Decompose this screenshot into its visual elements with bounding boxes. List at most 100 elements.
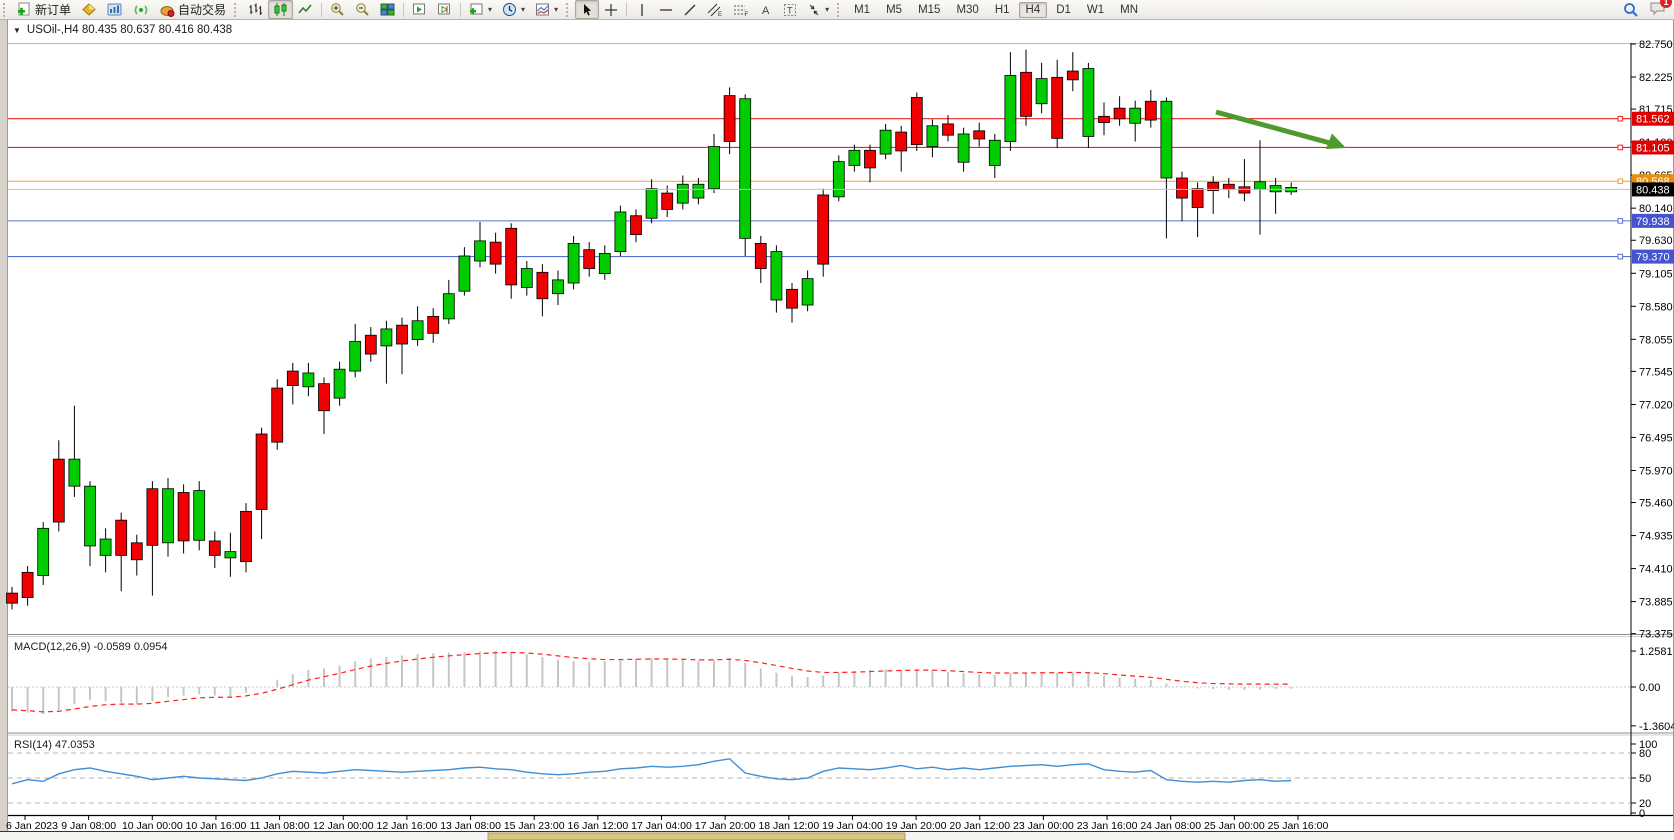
candle-body [833, 162, 844, 197]
chevron-down-icon: ▾ [521, 5, 525, 14]
candle-body [677, 184, 688, 203]
bar-chart-icon [248, 2, 263, 17]
candle-body [443, 294, 454, 319]
candle-body [272, 388, 283, 442]
timeframe-M15-button[interactable]: M15 [911, 2, 947, 18]
crosshair-tool-button[interactable] [599, 0, 623, 19]
arrows-tool-button[interactable]: ▾ [802, 0, 834, 19]
chart-canvas[interactable]: 82.75082.22581.71581.19080.66580.14079.6… [0, 19, 1674, 840]
timeframe-M30-button[interactable]: M30 [949, 2, 985, 18]
candle-body [490, 242, 501, 264]
arrange-charts-icon [412, 2, 427, 17]
fibonacci-tool-button[interactable]: F [728, 0, 754, 19]
candle-body [194, 491, 205, 541]
timeframe-MN-button[interactable]: MN [1113, 2, 1145, 18]
notifications-button[interactable]: 1 [1649, 1, 1666, 19]
zoom-out-button[interactable] [350, 0, 375, 19]
trendline-icon [683, 3, 697, 17]
candle-body [506, 228, 517, 285]
market-watch-button[interactable] [102, 0, 128, 19]
candle-body [537, 272, 548, 298]
candle-body [38, 528, 49, 575]
one-click-trading-toggle[interactable]: ▼ [13, 26, 21, 35]
search-icon[interactable] [1623, 2, 1639, 18]
toolbar-grip[interactable] [566, 3, 572, 17]
timeframe-H4-button[interactable]: H4 [1019, 2, 1048, 18]
candle-body [568, 243, 579, 283]
candle-body [584, 250, 595, 269]
candle-body [1223, 184, 1234, 189]
arrows-icon [807, 3, 821, 17]
candle-body [693, 184, 704, 198]
candle-body [256, 434, 267, 509]
candle-body [7, 593, 18, 603]
template-button[interactable]: ▾ [530, 0, 563, 19]
arrange-charts-button[interactable] [407, 0, 432, 19]
horizontal-line-icon [659, 3, 673, 17]
text-label-tool-button[interactable]: T [778, 0, 802, 19]
signals-button[interactable] [128, 0, 154, 19]
candlestick-mode-button[interactable] [268, 0, 293, 19]
toolbar-grip[interactable] [837, 3, 843, 17]
cascade-charts-button[interactable] [432, 0, 457, 19]
cursor-icon [580, 3, 594, 17]
candle-body [802, 279, 813, 305]
svg-text:79.938: 79.938 [1636, 216, 1670, 228]
gold-ingot-button[interactable] [76, 0, 102, 19]
svg-text:79.105: 79.105 [1639, 268, 1673, 280]
candle-body [974, 131, 985, 139]
timeframe-M5-button[interactable]: M5 [879, 2, 909, 18]
svg-text:10 Jan 00:00: 10 Jan 00:00 [122, 820, 183, 832]
toolbar-grip[interactable] [234, 3, 240, 17]
timeframe-M1-button[interactable]: M1 [847, 2, 877, 18]
notification-badge: 1 [1660, 0, 1672, 8]
bar-chart-mode-button[interactable] [243, 0, 268, 19]
candle-body [896, 132, 907, 151]
svg-text:81.105: 81.105 [1636, 142, 1670, 154]
new-order-button[interactable]: 新订单 [12, 0, 76, 19]
tile-windows-button[interactable] [375, 0, 400, 19]
candle-body [1067, 71, 1078, 80]
candle-body [350, 342, 361, 372]
toolbar-grip[interactable] [3, 3, 9, 17]
svg-text:80: 80 [1639, 748, 1651, 760]
cursor-tool-button[interactable] [575, 0, 599, 19]
period-button[interactable]: ▾ [497, 0, 530, 19]
trendline-tool-button[interactable] [678, 0, 702, 19]
candle-body [1161, 101, 1172, 178]
candle-body [475, 241, 486, 261]
window-edge [0, 19, 7, 832]
candle-body [1270, 186, 1281, 192]
candle-body [1114, 108, 1125, 119]
text-a-icon: A [759, 3, 773, 17]
candle-body [943, 124, 954, 135]
market-watch-icon [107, 2, 123, 17]
svg-text:78.055: 78.055 [1639, 334, 1673, 346]
horizontal-line-tool-button[interactable] [654, 0, 678, 19]
fibonacci-icon: F [733, 3, 749, 17]
auto-trading-icon [159, 2, 175, 17]
timeframe-D1-button[interactable]: D1 [1049, 2, 1078, 18]
candle-body [911, 97, 922, 144]
vertical-line-tool-button[interactable] [630, 0, 654, 19]
zoom-in-button[interactable] [325, 0, 350, 19]
svg-text:9 Jan 08:00: 9 Jan 08:00 [61, 820, 116, 832]
text-tool-button[interactable]: A [754, 0, 778, 19]
line-chart-mode-button[interactable] [293, 0, 318, 19]
equidistant-channel-tool-button[interactable]: E [702, 0, 728, 19]
timeframe-W1-button[interactable]: W1 [1080, 2, 1111, 18]
new-chart-button[interactable]: ▾ [464, 0, 497, 19]
candle-body [209, 541, 220, 555]
timeframe-H1-button[interactable]: H1 [988, 2, 1017, 18]
new-order-label: 新订单 [35, 1, 71, 18]
cascade-charts-icon [437, 2, 452, 17]
candle-body [69, 459, 80, 486]
clock-icon [502, 2, 517, 17]
bottom-window-strip-highlight [488, 833, 905, 840]
candle-body [709, 147, 720, 189]
new-order-icon [17, 2, 32, 17]
auto-trading-button[interactable]: 自动交易 [154, 0, 231, 19]
svg-text:16 Jan 12:00: 16 Jan 12:00 [567, 820, 628, 832]
signals-icon [133, 2, 149, 17]
svg-text:80.438: 80.438 [1636, 184, 1670, 196]
